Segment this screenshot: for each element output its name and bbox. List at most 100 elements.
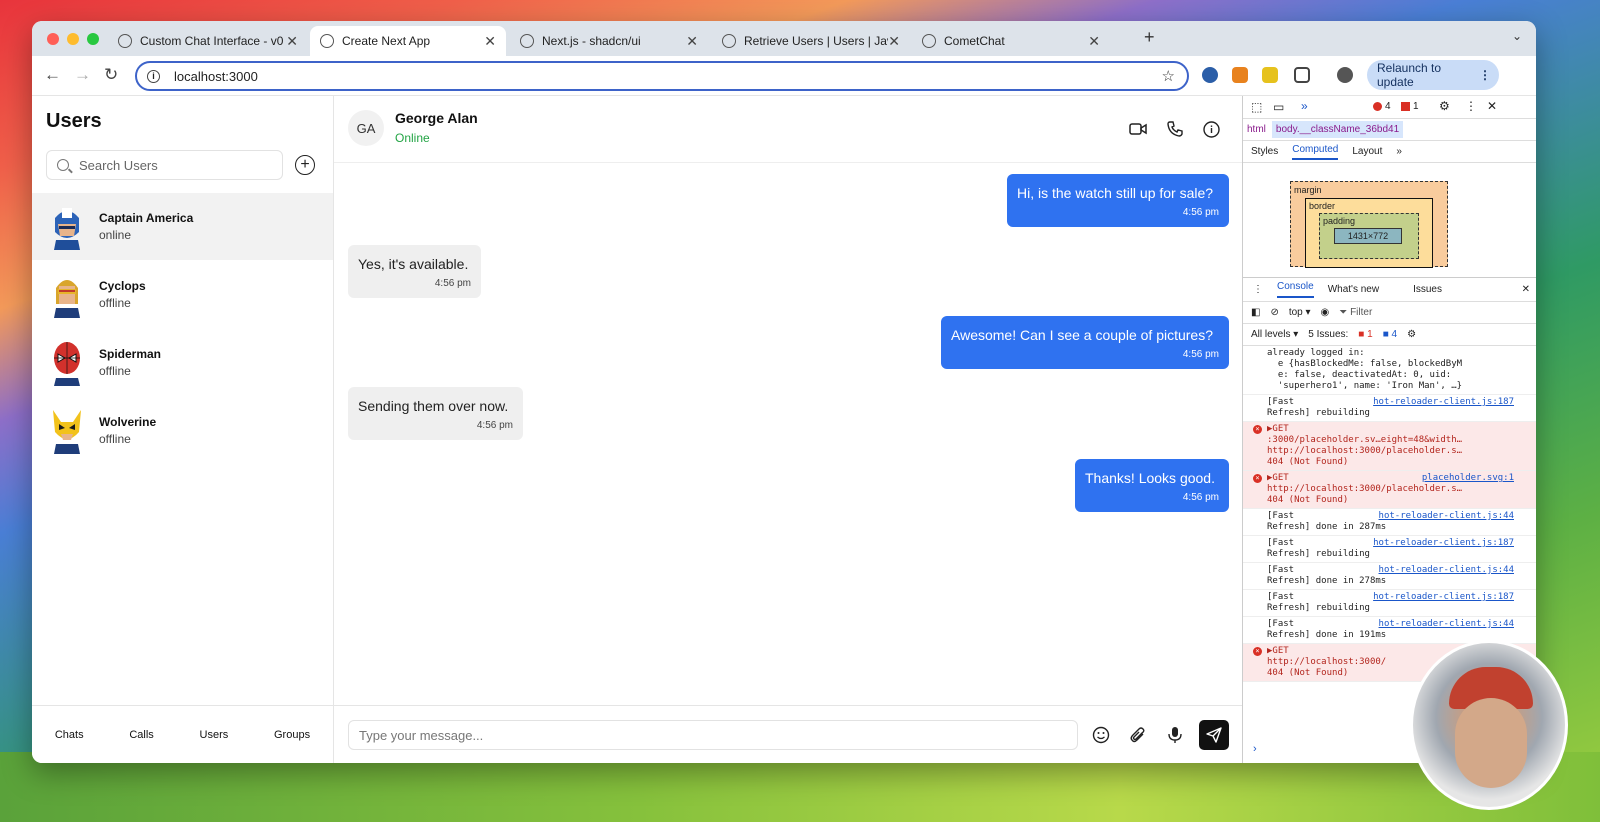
console-toolbar: ◧ ⊘ top ▾ ◉ ⏷ Filter [1243,302,1536,324]
eye-icon[interactable]: ◉ [1321,307,1330,318]
new-tab-icon[interactable]: + [1144,27,1155,48]
source-link[interactable]: hot-reloader-client.js:187 [1373,592,1514,603]
device-toolbar-icon[interactable]: ▭ [1273,100,1284,114]
log-line: 404 (Not Found) [1267,495,1349,505]
site-info-icon[interactable]: i [147,69,160,83]
nav-users[interactable]: Users [200,729,229,741]
source-link[interactable]: hot-reloader-client.js:187 [1373,538,1514,549]
extension-icon[interactable] [1202,67,1218,83]
add-user-button[interactable]: + [295,155,315,175]
issues-error-count[interactable]: ■ 1 [1358,329,1372,340]
close-tab-icon[interactable]: ✕ [286,33,298,50]
source-link[interactable]: hot-reloader-client.js:44 [1379,511,1514,522]
source-link[interactable]: hot-reloader-client.js:44 [1379,619,1514,630]
log-levels-select[interactable]: All levels ▾ [1251,329,1298,340]
phone-icon[interactable] [1167,121,1183,137]
metamask-fox-icon[interactable] [1232,67,1248,83]
browser-tab[interactable]: Custom Chat Interface - v0 b ✕ [108,26,308,56]
microphone-icon[interactable] [1167,726,1183,744]
video-call-icon[interactable] [1129,121,1147,137]
tab-issues[interactable]: Issues [1413,284,1442,295]
tab-styles[interactable]: Styles [1251,146,1278,157]
search-input[interactable]: Search Users [46,150,283,180]
relaunch-button[interactable]: Relaunch to update ⋮ [1367,60,1499,90]
drawer-menu-icon[interactable]: ⋮ [1253,284,1263,295]
tab-console[interactable]: Console [1277,281,1314,298]
tab-search-chevron-icon[interactable]: ⌄ [1512,29,1522,43]
tab-whats-new[interactable]: What's new [1328,284,1379,295]
nav-groups[interactable]: Groups [274,729,310,741]
drawer-tabs: ⋮ Console What's new Issues ✕ [1243,278,1536,302]
more-vertical-icon[interactable]: ⋮ [1479,68,1491,82]
border-label: border [1309,201,1336,211]
user-item-captain-america[interactable]: Captain America online [32,193,333,260]
source-link[interactable]: placeholder.svg:1 [1422,473,1514,484]
nav-chats[interactable]: Chats [55,729,84,741]
send-button[interactable] [1199,720,1229,750]
console-error-entry: × ▶GET:3000/placeholder.sv…eight=48&width… [1243,422,1536,471]
back-arrow-icon[interactable]: ← [44,65,61,85]
source-link[interactable]: hot-reloader-client.js:187 [1373,397,1514,408]
more-vertical-icon[interactable]: ⋮ [1465,99,1477,113]
breadcrumb-html[interactable]: html [1247,124,1266,135]
info-icon[interactable] [1203,121,1220,138]
nav-calls[interactable]: Calls [129,729,153,741]
contact-name: George Alan [395,110,478,126]
tab-computed[interactable]: Computed [1292,144,1339,160]
close-tab-icon[interactable]: ✕ [686,33,698,50]
issues-info-count[interactable]: ■ 4 [1383,329,1397,340]
paperclip-icon[interactable] [1129,726,1147,744]
user-item-cyclops[interactable]: Cyclops offline [32,261,333,328]
close-tab-icon[interactable]: ✕ [484,33,496,50]
emoji-icon[interactable] [1092,726,1110,744]
address-bar[interactable]: i localhost:3000 ☆ [135,61,1189,91]
user-item-spiderman[interactable]: Spiderman offline [32,329,333,396]
tab-bar: Custom Chat Interface - v0 b ✕ Create Ne… [32,21,1536,56]
clear-console-icon[interactable]: ⊘ [1270,307,1278,318]
message-time: 4:56 pm [1182,207,1219,218]
close-tab-icon[interactable]: ✕ [888,33,900,50]
forward-arrow-icon[interactable]: → [74,65,91,85]
user-item-wolverine[interactable]: Wolverine offline [32,397,333,464]
box-model-diagram: 1431×772 margin border padding [1243,163,1536,278]
bookmark-star-icon[interactable]: ☆ [1162,67,1175,85]
warning-count[interactable]: 1 [1401,101,1419,112]
close-drawer-icon[interactable]: ✕ [1522,284,1530,295]
cyclops-avatar [50,272,84,318]
globe-icon [520,34,534,48]
profile-avatar-icon[interactable] [1337,67,1353,83]
close-devtools-icon[interactable]: ✕ [1487,99,1497,113]
more-tabs-icon[interactable]: » [1396,146,1402,157]
console-prompt-icon[interactable]: › [1253,743,1257,755]
user-name: Spiderman [99,347,162,361]
tab-layout[interactable]: Layout [1352,146,1382,157]
breadcrumb-body[interactable]: body.__className_36bd41 [1271,121,1404,138]
send-icon [1206,727,1222,743]
filter-input[interactable]: ⏷ Filter [1339,307,1372,318]
close-tab-icon[interactable]: ✕ [1088,33,1100,50]
console-settings-icon[interactable]: ⚙ [1407,329,1416,340]
issues-label[interactable]: 5 Issues: [1308,329,1348,340]
browser-tab-active[interactable]: Create Next App ✕ [310,26,506,56]
close-window-button[interactable] [47,33,59,45]
message-input[interactable]: Type your message... [348,720,1078,750]
minimize-window-button[interactable] [67,33,79,45]
puzzle-extensions-icon[interactable] [1294,67,1310,83]
user-status: offline [99,364,131,378]
browser-tab[interactable]: CometChat ✕ [912,26,1110,56]
sidebar-toggle-icon[interactable]: ◧ [1251,307,1260,318]
zoom-window-button[interactable] [87,33,99,45]
browser-tab[interactable]: Retrieve Users | Users | Java ✕ [712,26,910,56]
error-count[interactable]: 4 [1373,101,1391,112]
browser-tab[interactable]: Next.js - shadcn/ui ✕ [510,26,708,56]
console-log-entry: hot-reloader-client.js:187 [Fast Refresh] … [1243,395,1536,422]
source-link[interactable]: hot-reloader-client.js:44 [1379,565,1514,576]
contact-status: Online [395,131,430,145]
more-panels-icon[interactable]: » [1301,99,1308,113]
settings-gear-icon[interactable]: ⚙ [1439,99,1450,113]
extension-icon[interactable] [1262,67,1278,83]
inspect-element-icon[interactable]: ⬚ [1251,100,1262,114]
message-bubble-received: Yes, it's available. 4:56 pm [348,245,481,298]
context-select[interactable]: top ▾ [1289,307,1311,318]
reload-icon[interactable]: ↻ [104,65,118,85]
